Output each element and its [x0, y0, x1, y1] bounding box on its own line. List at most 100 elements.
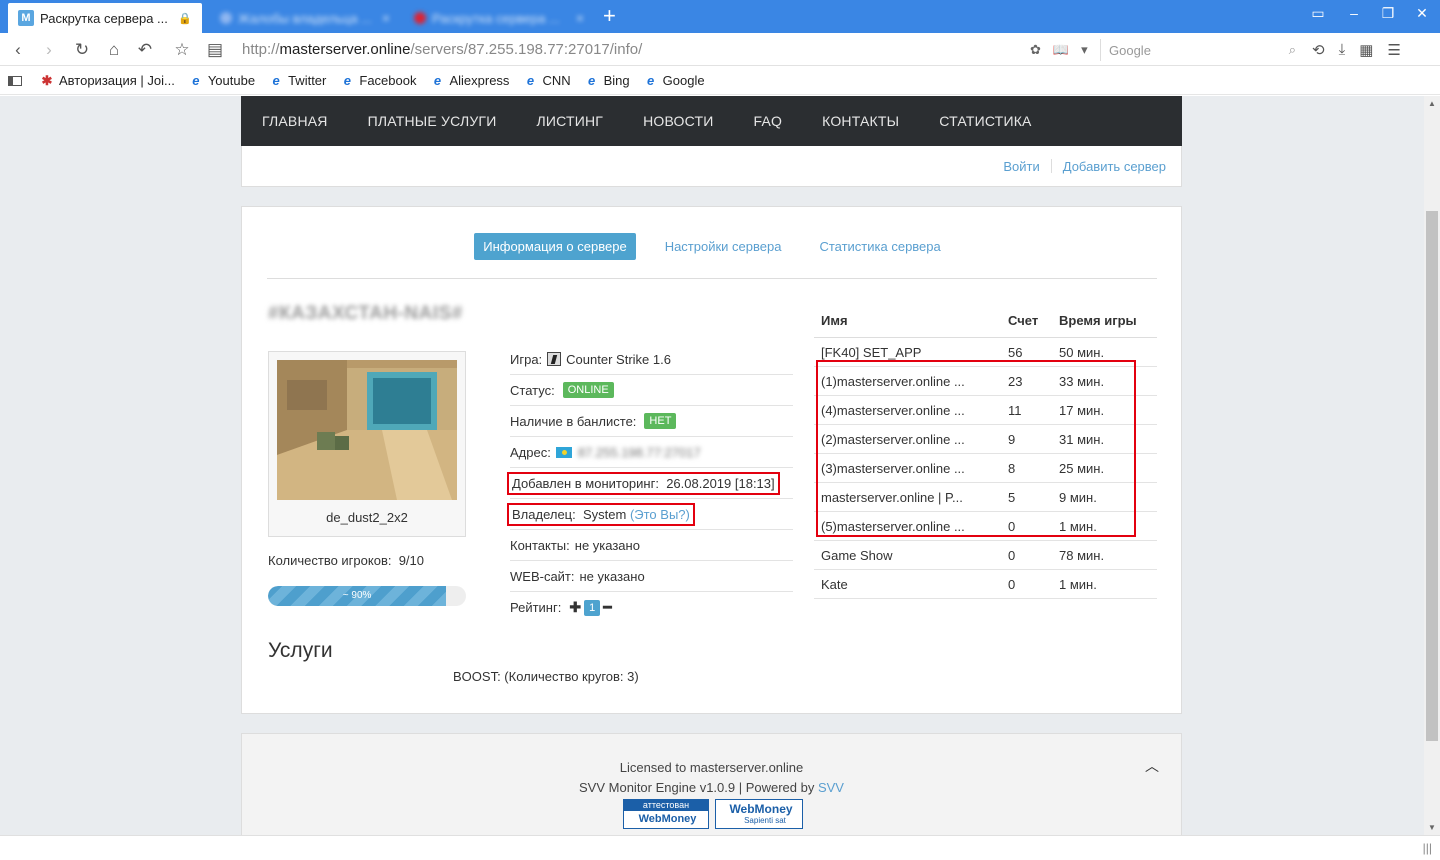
- bookmark-joomla[interactable]: ✱ Авторизация | Joi...: [40, 73, 175, 88]
- owner-highlight: Владелец: System (Это Вы?): [507, 502, 695, 526]
- bookmark-cnn[interactable]: e CNN: [523, 73, 571, 88]
- nav-statistics[interactable]: СТАТИСТИКА: [939, 113, 1031, 129]
- player-time: 50 мин.: [1059, 344, 1105, 360]
- history-icon[interactable]: ⟲: [1312, 41, 1325, 59]
- extension-icon[interactable]: ✿: [1030, 42, 1041, 58]
- bookmark-bing[interactable]: e Bing: [585, 73, 630, 88]
- svv-link[interactable]: SVV: [818, 780, 844, 795]
- undo-icon[interactable]: ↶: [134, 39, 156, 61]
- tab-server-info[interactable]: Информация о сервере: [474, 233, 636, 260]
- menu-icon[interactable]: ☰: [1387, 41, 1400, 59]
- table-row: (1)masterserver.online ... 23 33 мин.: [814, 367, 1157, 396]
- player-score: 0: [1008, 518, 1016, 534]
- claim-owner-link[interactable]: (Это Вы?): [630, 507, 690, 522]
- table-row: (4)masterserver.online ... 11 17 мин.: [814, 396, 1157, 425]
- close-icon[interactable]: ×: [382, 10, 390, 26]
- status-badge: ONLINE: [562, 382, 614, 398]
- info-row-contacts: Контакты: не указано: [510, 530, 793, 561]
- game-value: Counter Strike 1.6: [566, 351, 671, 367]
- bookmark-facebook[interactable]: e Facebook: [340, 72, 417, 88]
- ie-icon: e: [343, 72, 351, 88]
- nav-faq[interactable]: FAQ: [754, 113, 783, 129]
- back-icon[interactable]: ‹: [7, 39, 29, 61]
- login-link[interactable]: Войти: [1003, 159, 1039, 174]
- chevron-down-icon[interactable]: ▾: [1081, 42, 1088, 58]
- sidebar-icon[interactable]: [8, 75, 22, 86]
- joomla-icon: ✱: [41, 72, 53, 88]
- players-count-value: 9/10: [398, 553, 425, 568]
- home-icon[interactable]: ⌂: [103, 39, 125, 61]
- reader-icon[interactable]: ▤: [204, 39, 226, 61]
- nav-news[interactable]: НОВОСТИ: [643, 113, 713, 129]
- scrollbar-thumb[interactable]: [1426, 211, 1438, 741]
- star-icon[interactable]: ☆: [171, 39, 193, 61]
- url-host: masterserver.online: [279, 41, 411, 58]
- page-scrollbar[interactable]: ▲ ▼: [1424, 96, 1440, 835]
- chevron-up-icon[interactable]: ︿: [1145, 756, 1159, 776]
- forward-icon[interactable]: ›: [38, 39, 60, 61]
- ie-icon: e: [272, 72, 280, 88]
- site-navigation: ГЛАВНАЯ ПЛАТНЫЕ УСЛУГИ ЛИСТИНГ НОВОСТИ F…: [241, 96, 1182, 146]
- player-score: 8: [1008, 460, 1016, 476]
- info-row-rating: Рейтинг: ✚ 1 ━: [510, 599, 612, 616]
- nav-home[interactable]: ГЛАВНАЯ: [262, 113, 328, 129]
- player-name: Kate: [821, 576, 848, 592]
- nav-listing[interactable]: ЛИСТИНГ: [536, 113, 603, 129]
- url-scheme: http://: [242, 41, 280, 58]
- nav-paid-services[interactable]: ПЛАТНЫЕ УСЛУГИ: [368, 113, 497, 129]
- info-row-address: Адрес: 87.255.198.77:27017: [510, 437, 793, 468]
- tab-server-settings[interactable]: Настройки сервера: [656, 233, 791, 260]
- download-icon[interactable]: ⤓: [1339, 41, 1346, 59]
- bookmark-google[interactable]: e Google: [644, 73, 705, 88]
- player-name: Game Show: [821, 547, 893, 563]
- page-viewport: ГЛАВНАЯ ПЛАТНЫЕ УСЛУГИ ЛИСТИНГ НОВОСТИ F…: [0, 96, 1424, 835]
- tab-server-statistics[interactable]: Статистика сервера: [810, 233, 949, 260]
- webmoney-badges: аттестован WebMoney WebMoney Sapienti sa…: [623, 799, 803, 829]
- ie-icon: e: [587, 72, 596, 88]
- player-score: 9: [1008, 431, 1016, 447]
- footer-license: Licensed to masterserver.online: [619, 760, 804, 775]
- add-server-link[interactable]: Добавить сервер: [1063, 159, 1166, 174]
- map-card: de_dust2_2x2: [268, 351, 466, 537]
- server-name: #КАЗАХСТАН-NAIS#: [268, 303, 463, 324]
- book-icon[interactable]: 📖: [1053, 42, 1069, 58]
- rating-up-button[interactable]: ✚: [569, 599, 581, 616]
- close-icon[interactable]: ×: [576, 10, 584, 26]
- bookmark-twitter[interactable]: e Twitter: [269, 73, 326, 88]
- added-date: 26.08.2019 [18:13]: [666, 475, 775, 491]
- sidebar-toggle-icon[interactable]: ▭: [1308, 5, 1328, 22]
- table-row: Game Show 0 78 мин.: [814, 541, 1157, 570]
- reload-icon[interactable]: ↻: [71, 39, 93, 61]
- new-tab-button[interactable]: +: [603, 4, 616, 28]
- close-window-icon[interactable]: ✕: [1412, 5, 1432, 22]
- nav-contacts[interactable]: КОНТАКТЫ: [822, 113, 899, 129]
- rating-down-button[interactable]: ━: [603, 599, 611, 616]
- table-row: (5)masterserver.online ... 0 1 мин.: [814, 512, 1157, 541]
- browser-tab-active[interactable]: M Раскрутка сервера ... 🔒: [8, 3, 202, 33]
- webmoney-logo-badge[interactable]: WebMoney Sapienti sat: [715, 799, 803, 829]
- browser-tab[interactable]: Раскрутка сервера ... ×: [404, 3, 594, 33]
- load-progress-bar: ~ 90%: [268, 586, 466, 606]
- address-bar-icons: ✿ 📖 ▾: [1030, 42, 1088, 58]
- services-title: Услуги: [268, 639, 333, 662]
- restore-icon[interactable]: ❐: [1378, 5, 1398, 22]
- site-favicon-icon: M: [18, 10, 34, 26]
- bookmark-youtube[interactable]: e Youtube: [189, 73, 255, 88]
- website-value: не указано: [579, 568, 645, 584]
- player-time: 78 мин.: [1059, 547, 1105, 563]
- scroll-up-icon[interactable]: ▲: [1428, 99, 1436, 108]
- browser-tab[interactable]: Жалобы владельца ... ×: [210, 3, 400, 33]
- apps-icon[interactable]: ▦: [1359, 41, 1373, 59]
- bookmark-aliexpress[interactable]: e Aliexpress: [430, 73, 510, 88]
- server-tabs: Информация о сервере Настройки сервера С…: [267, 233, 1157, 279]
- info-row-banlist: Наличие в банлисте: НЕТ: [510, 406, 793, 437]
- address-bar[interactable]: http://masterserver.online/servers/87.25…: [242, 37, 1092, 62]
- search-icon[interactable]: ⌕: [1289, 42, 1296, 58]
- map-name: de_dust2_2x2: [326, 510, 408, 525]
- scroll-down-icon[interactable]: ▼: [1428, 823, 1436, 832]
- webmoney-attested-badge[interactable]: аттестован WebMoney: [623, 799, 709, 829]
- footer-engine: SVV Monitor Engine v1.0.9 | Powered by S…: [579, 780, 844, 795]
- info-row-status: Статус: ONLINE: [510, 375, 793, 406]
- search-input[interactable]: Google ⌕: [1100, 39, 1296, 61]
- minimize-icon[interactable]: –: [1344, 5, 1364, 21]
